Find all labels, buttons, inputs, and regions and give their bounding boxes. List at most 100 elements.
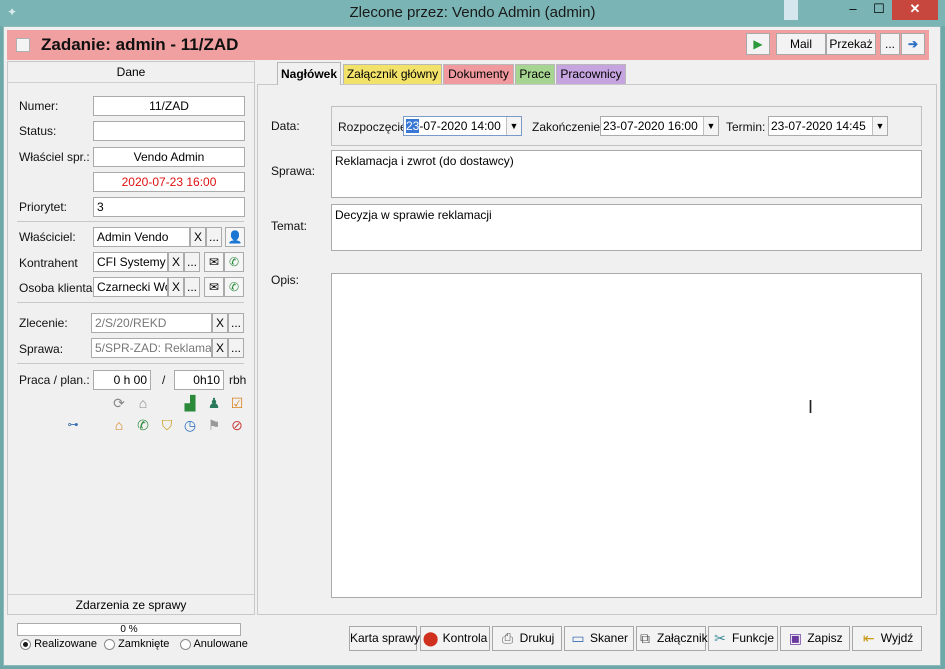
no-entry-icon[interactable]: ⊘ [228,416,246,434]
status-radio-anulowane[interactable]: Anulowane [180,638,248,650]
hierarchy-icon[interactable]: ⊶ [64,416,82,434]
checklist-icon[interactable]: ☑ [228,394,246,412]
tab-dokumenty[interactable]: Dokumenty [443,64,514,84]
zakonczenie-value: 23-07-2020 16:00 [603,119,698,133]
karta-sprawy-button[interactable]: Karta sprawy [349,626,420,651]
funkcje-label: Funkcje [731,631,775,645]
close-button[interactable]: ✕ [892,0,938,20]
wyjdz-label: Wyjdź [880,631,914,645]
task-checkbox[interactable] [16,38,30,52]
mail-button[interactable]: Mail [776,33,826,55]
osoba-field[interactable]: Czarnecki Wojc [93,277,168,297]
events-header[interactable]: Zdarzenia ze sprawy [8,594,254,614]
section-dane-header: Dane [8,62,254,83]
osoba-clear-button[interactable]: X [168,277,184,297]
praca-label: Praca / plan.: [19,373,90,387]
kontrahent-label: Kontrahent [19,256,78,270]
zlecenie-clear-button[interactable]: X [212,313,228,333]
wlasciciel-clear-button[interactable]: X [190,227,206,247]
more-button[interactable]: ... [880,33,900,55]
opis-field[interactable] [331,273,922,598]
forward-button[interactable]: ➔ [901,33,925,55]
window-title: Zlecone przez: Vendo Admin (admin) [349,4,596,21]
kontrahent-clear-button[interactable]: X [168,252,184,272]
kontrahent-field[interactable]: CFI Systemy Inf [93,252,168,272]
chevron-down-icon[interactable]: ▼ [872,117,887,135]
przekaz-button[interactable]: Przekaż [826,33,876,55]
zakonczenie-picker[interactable]: 23-07-2020 16:00 ▼ [600,116,719,136]
play-button[interactable]: ▶ [746,33,770,55]
envelope-icon: ✉ [208,280,220,294]
zakonczenie-label: Zakończenie: [532,120,604,134]
radio-anulowane[interactable] [180,638,191,650]
tab-pracownicy[interactable]: Pracownicy [556,64,626,84]
kontrola-label: Kontrola [442,631,488,645]
window-titlebar[interactable]: ✦ Zlecone przez: Vendo Admin (admin) – ☐… [0,0,945,26]
temat-field[interactable]: Decyzja w sprawie reklamacji [331,204,922,251]
rozpoczecie-picker[interactable]: 23-07-2020 14:00 ▼ [403,116,522,136]
phone-icon: ✆ [228,280,240,294]
status-field[interactable] [93,121,245,141]
maximize-button[interactable]: ☐ [866,0,892,20]
sprawa-label: Sprawa: [271,164,316,178]
status-radio-zamkniete[interactable]: Zamknięte [104,638,169,650]
users-clock-icon[interactable]: ♟ [205,394,223,412]
date-field[interactable]: 2020-07-23 16:00 [93,172,245,192]
shield-icon[interactable]: ⛉ [158,416,176,434]
chart-up-icon[interactable]: ▟ [181,394,199,412]
wlasciciel-field[interactable]: Admin Vendo [93,227,190,247]
zapisz-label: Zapisz [807,631,843,645]
refresh-icon[interactable]: ⟳ [110,394,128,412]
wlasciciel-more-button[interactable]: ... [206,227,222,247]
priorytet-field[interactable]: 3 [93,197,245,217]
termin-picker[interactable]: 23-07-2020 14:45 ▼ [768,116,888,136]
home-icon[interactable]: ⌂ [110,416,128,434]
zlecenie-more-button[interactable]: ... [228,313,244,333]
numer-field[interactable]: 11/ZAD [93,96,245,116]
sprawa-left-field[interactable]: 5/SPR-ZAD: Reklamacja [91,338,212,358]
zapisz-button[interactable]: ▣ Zapisz [780,626,850,651]
task-title: Zadanie: admin - 11/ZAD [41,35,239,54]
osoba-more-button[interactable]: ... [184,277,200,297]
phone-icon: ✆ [228,255,240,269]
minimize-button[interactable]: – [840,0,866,20]
kontrahent-phone-button[interactable]: ✆ [224,252,244,272]
rozpoczecie-label: Rozpoczęcie: [338,120,411,134]
radio-zamkniete[interactable] [104,638,115,650]
phone-icon[interactable]: ✆ [134,416,152,434]
zalacznik-button[interactable]: ⧉ Załącznik [636,626,708,651]
tab-naglowek[interactable]: Nagłówek [277,62,341,85]
chevron-down-icon[interactable]: ▼ [506,117,521,135]
sprawa-more-button[interactable]: ... [228,338,244,358]
save-icon: ▣ [788,630,802,647]
rozpoczecie-selected: 23 [406,119,420,133]
kontrola-button[interactable]: ⬤ Kontrola [420,626,490,651]
wlasciciel-spr-field[interactable]: Vendo Admin [93,147,245,167]
radio-zamkniete-label: Zamknięte [118,638,170,650]
funkcje-button[interactable]: ✂ Funkcje [708,626,778,651]
sprawa-field[interactable]: Reklamacja i zwrot (do dostawcy) [331,150,922,198]
radio-realizowane[interactable] [20,638,31,650]
tab-prace[interactable]: Prace [515,64,555,84]
plan-field[interactable]: 0h10 [174,370,224,390]
chevron-down-icon[interactable]: ▼ [703,117,718,135]
status-label: Status: [19,124,57,138]
wyjdz-button[interactable]: ⇤ Wyjdź [852,626,922,651]
arrow-right-icon: ➔ [907,37,919,51]
zlecenie-field[interactable]: 2/S/20/REKD [91,313,212,333]
praca-field[interactable]: 0 h 00 [93,370,151,390]
tag-icon[interactable]: ⌂ [134,394,152,412]
osoba-phone-button[interactable]: ✆ [224,277,244,297]
user-button[interactable]: 👤 [225,227,245,247]
drukuj-button[interactable]: ⎙ Drukuj [492,626,562,651]
kontrahent-mail-button[interactable]: ✉ [204,252,224,272]
kontrahent-more-button[interactable]: ... [184,252,200,272]
progress-bar: 0 % [17,623,241,636]
clock-icon[interactable]: ◷ [181,416,199,434]
sprawa-clear-button[interactable]: X [212,338,228,358]
flag-icon[interactable]: ⚑ [205,416,223,434]
skaner-button[interactable]: ▭ Skaner [564,626,634,651]
osoba-mail-button[interactable]: ✉ [204,277,224,297]
tab-zalacznik-glowny[interactable]: Załącznik główny [343,64,442,84]
status-radio-realizowane[interactable]: Realizowane [20,638,97,650]
